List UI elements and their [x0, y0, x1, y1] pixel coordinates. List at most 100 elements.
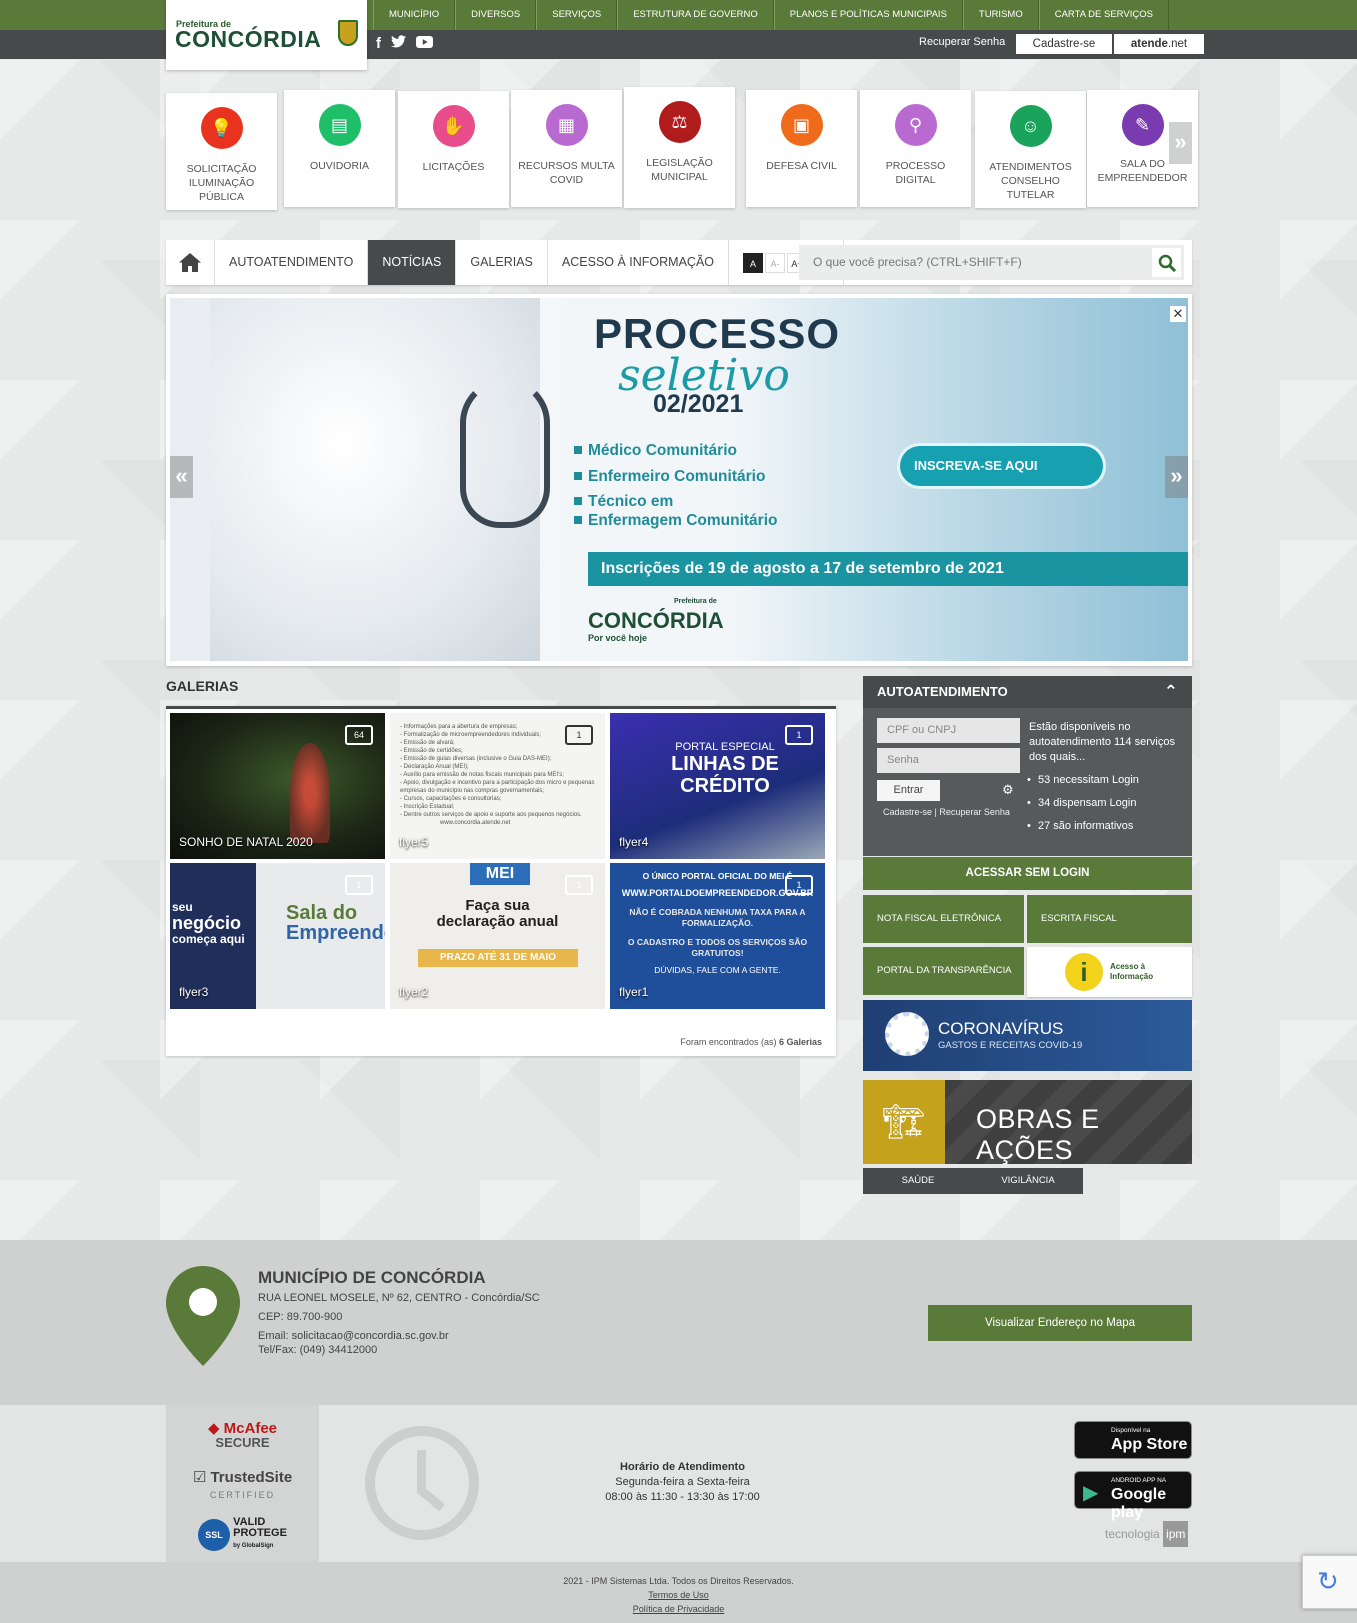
- gallery-caption: SONHO DE NATAL 2020: [179, 835, 313, 849]
- menu-planos-politicas[interactable]: PLANOS E POLÍTICAS MUNICIPAIS: [773, 0, 963, 30]
- photo-count-badge: 1: [345, 875, 373, 895]
- service-label: SOLICITAÇÃO ILUMINAÇÃO PÚBLICA: [186, 163, 257, 203]
- opening-hours: Horário de Atendimento Segunda-feira a S…: [560, 1460, 805, 1505]
- terms-link[interactable]: Termos de Uso: [648, 1590, 709, 1600]
- portal-transparencia-button[interactable]: PORTAL DA TRANSPARÊNCIA: [863, 947, 1024, 995]
- coronavirus-subtitle: GASTOS E RECEITAS COVID-19: [938, 1040, 1083, 1051]
- service-conselho-tutelar[interactable]: ☺ ATENDIMENTOS CONSELHO TUTELAR: [975, 91, 1086, 208]
- view-map-button[interactable]: Visualizar Endereço no Mapa: [928, 1305, 1192, 1341]
- nav-acesso-informacao[interactable]: ACESSO À INFORMAÇÃO: [548, 240, 730, 285]
- tab-saude[interactable]: SAÚDE: [863, 1168, 973, 1194]
- service-processo-digital[interactable]: ⚲ PROCESSO DIGITAL: [860, 90, 971, 207]
- menu-carta-servicos[interactable]: CARTA DE SERVIÇOS: [1038, 0, 1169, 30]
- banner-next-button[interactable]: »: [1165, 456, 1188, 498]
- mcafee-seal[interactable]: ◆ McAfee SECURE: [166, 1419, 319, 1449]
- ipm-brand[interactable]: tecnologia ipm: [1105, 1521, 1189, 1547]
- gallery-caption: flyer3: [179, 985, 209, 999]
- banner-logo-prefix: Prefeitura de: [674, 598, 717, 605]
- acesso-informacao-button[interactable]: i Acesso à Informação: [1027, 947, 1192, 997]
- flyer3-line: Sala do: [286, 902, 358, 924]
- close-icon[interactable]: ✕: [1170, 306, 1186, 322]
- recaptcha-badge[interactable]: ↻: [1302, 1555, 1357, 1609]
- atende-bold: atende: [1130, 38, 1168, 50]
- privacy-link[interactable]: Política de Privacidade: [633, 1604, 725, 1614]
- home-button[interactable]: [166, 240, 215, 285]
- service-label: LICITAÇÕES: [422, 161, 485, 173]
- login-button[interactable]: Entrar: [877, 780, 940, 801]
- menu-servicos[interactable]: SERVIÇOS: [536, 0, 618, 30]
- menu-municipio[interactable]: MUNICÍPIO: [373, 0, 456, 30]
- gallery-caption: flyer5: [399, 835, 429, 849]
- recover-password-link[interactable]: Recuperar Senha: [919, 36, 1005, 48]
- recaptcha-icon: ↻: [1317, 1566, 1339, 1596]
- nav-noticias[interactable]: NOTÍCIAS: [368, 240, 457, 285]
- banner-item: Técnico em: [573, 493, 674, 510]
- obras-banner[interactable]: 🏗 OBRAS E AÇÕES: [863, 1080, 1192, 1165]
- photo-count-badge: 1: [785, 875, 813, 895]
- banner-prev-button[interactable]: «: [170, 456, 193, 498]
- services-next-button[interactable]: »: [1169, 122, 1192, 164]
- menu-turismo[interactable]: TURISMO: [962, 0, 1039, 30]
- coronavirus-banner[interactable]: CORONAVÍRUS GASTOS E RECEITAS COVID-19: [863, 1000, 1192, 1071]
- gallery-tile[interactable]: MEI Faça sua declaração anual PRAZO ATÉ …: [390, 863, 605, 1009]
- flyer5-line: - Inscrição Estadual;: [400, 804, 455, 810]
- banner-image[interactable]: PROCESSO seletivo 02/2021 Médico Comunit…: [170, 298, 1188, 661]
- access-without-login-button[interactable]: ACESSAR SEM LOGIN: [863, 857, 1192, 890]
- trustedsite-seal[interactable]: ☑ TrustedSite CERTIFIED: [166, 1468, 319, 1500]
- top-menu: MUNICÍPIO DIVERSOS SERVIÇOS ESTRUTURA DE…: [373, 0, 1169, 30]
- service-licitacoes[interactable]: ✋ LICITAÇÕES: [398, 91, 509, 208]
- hours-time: 08:00 às 11:30 - 13:30 às 17:00: [605, 1491, 760, 1503]
- nota-fiscal-button[interactable]: NOTA FISCAL ELETRÔNICA: [863, 895, 1024, 943]
- flyer2-line: Faça sua: [465, 897, 530, 914]
- service-legislacao[interactable]: ⚖ LEGISLAÇÃO MUNICIPAL: [624, 87, 735, 208]
- menu-estrutura-governo[interactable]: ESTRUTURA DE GOVERNO: [617, 0, 774, 30]
- chevron-up-icon[interactable]: ⌃: [1164, 676, 1178, 708]
- site-logo[interactable]: Prefeitura de CONCÓRDIA: [166, 0, 367, 70]
- atende-net-link[interactable]: atende.net: [1114, 34, 1204, 54]
- app-store-badge[interactable]: Disponível na App Store: [1074, 1421, 1192, 1459]
- gallery-tile[interactable]: 64 SONHO DE NATAL 2020: [170, 713, 385, 859]
- google-play-badge[interactable]: ▶ ANDROID APP NA Google play: [1074, 1471, 1192, 1521]
- autoatendimento-header[interactable]: AUTOATENDIMENTO ⌃: [863, 676, 1192, 708]
- menu-diversos[interactable]: DIVERSOS: [455, 0, 537, 30]
- cpf-input[interactable]: CPF ou CNPJ: [877, 718, 1020, 743]
- recover-link[interactable]: Recuperar Senha: [939, 807, 1010, 817]
- service-ouvidoria[interactable]: ▤ OUVIDORIA: [284, 90, 395, 207]
- chat-bubbles-icon: ▤: [318, 104, 361, 146]
- photo-count-badge: 1: [565, 875, 593, 895]
- valid-protege-seal[interactable]: SSL VALID PROTEGE by GlobalSign: [166, 1517, 319, 1552]
- search-button[interactable]: [1152, 248, 1181, 277]
- escrita-fiscal-button[interactable]: ESCRITA FISCAL: [1027, 895, 1192, 943]
- twitter-icon[interactable]: [391, 35, 406, 53]
- gallery-tile[interactable]: O ÚNICO PORTAL OFICIAL DO MEI É WWW.PORT…: [610, 863, 825, 1009]
- youtube-icon[interactable]: [416, 35, 433, 53]
- nav-galerias[interactable]: GALERIAS: [456, 240, 548, 285]
- google-play-small-text: ANDROID APP NA: [1111, 1477, 1167, 1484]
- gallery-tile[interactable]: PORTAL ESPECIAL LINHAS DE CRÉDITO 1 flye…: [610, 713, 825, 859]
- register-link[interactable]: Cadastre-se: [883, 807, 932, 817]
- register-button[interactable]: Cadastre-se: [1016, 34, 1112, 54]
- facebook-icon[interactable]: f: [376, 35, 381, 53]
- nav-autoatendimento[interactable]: AUTOATENDIMENTO: [215, 240, 369, 285]
- password-input[interactable]: Senha: [877, 748, 1020, 773]
- gallery-tile[interactable]: seu negócio começa aqui Sala do Empreend…: [170, 863, 385, 1009]
- service-label: ATENDIMENTOS CONSELHO TUTELAR: [989, 161, 1072, 201]
- flyer5-line: - Dentre outros serviços de apoio e supo…: [400, 812, 582, 818]
- footer-cep: CEP: 89.700-900: [258, 1311, 343, 1323]
- service-defesa-civil[interactable]: ▣ DEFESA CIVIL: [746, 90, 857, 207]
- hours-days: Segunda-feira a Sexta-feira: [615, 1476, 750, 1488]
- service-recursos-multa-covid[interactable]: ▦ RECURSOS MULTA COVID: [511, 90, 622, 207]
- search-input[interactable]: O que você precisa? (CTRL+SHIFT+F): [813, 255, 1022, 269]
- chart-icon: ✎: [1121, 104, 1164, 146]
- banner-item: Enfermeiro Comunitário: [573, 468, 766, 485]
- main-navbar: AUTOATENDIMENTO NOTÍCIAS GALERIAS ACESSO…: [166, 240, 1192, 285]
- contrast-button[interactable]: A: [743, 252, 764, 273]
- gallery-tile[interactable]: - Informações para a abertura de empresa…: [390, 713, 605, 859]
- service-iluminacao[interactable]: 💡 SOLICITAÇÃO ILUMINAÇÃO PÚBLICA: [166, 93, 277, 210]
- font-decrease-button[interactable]: A-: [765, 252, 786, 273]
- search-box[interactable]: O que você precisa? (CTRL+SHIFT+F): [799, 245, 1184, 280]
- settings-gears-icon[interactable]: ⚙: [1002, 782, 1014, 798]
- tab-vigilancia[interactable]: VIGILÂNCIA: [973, 1168, 1083, 1194]
- hours-title: Horário de Atendimento: [620, 1461, 745, 1473]
- person-icon: ☺: [1009, 105, 1052, 147]
